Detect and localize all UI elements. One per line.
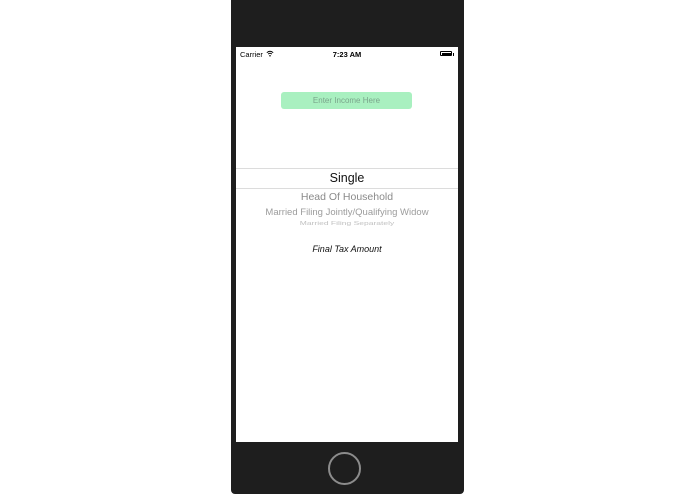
income-input[interactable] [281,92,412,109]
battery-tip [452,52,454,56]
picker-selection-bottom-line [236,188,458,189]
app-screen: Carrier 7:23 AM Single Head Of Household… [236,47,458,442]
picker-selection-top-line [236,168,458,169]
home-button[interactable] [328,452,361,485]
picker-option-head-of-household[interactable]: Head Of Household [236,191,458,203]
picker-option-single[interactable]: Single [236,171,458,185]
picker-option-married-separately[interactable]: Married Filing Separately [236,220,458,226]
picker-option-married-jointly[interactable]: Married Filing Jointly/Qualifying Widow [236,207,458,218]
filing-status-picker[interactable]: Single Head Of Household Married Filing … [236,165,458,229]
battery-icon [440,51,452,56]
status-time: 7:23 AM [332,50,362,59]
status-bar: Carrier 7:23 AM [236,47,458,61]
final-tax-amount-label: Final Tax Amount [312,244,382,254]
